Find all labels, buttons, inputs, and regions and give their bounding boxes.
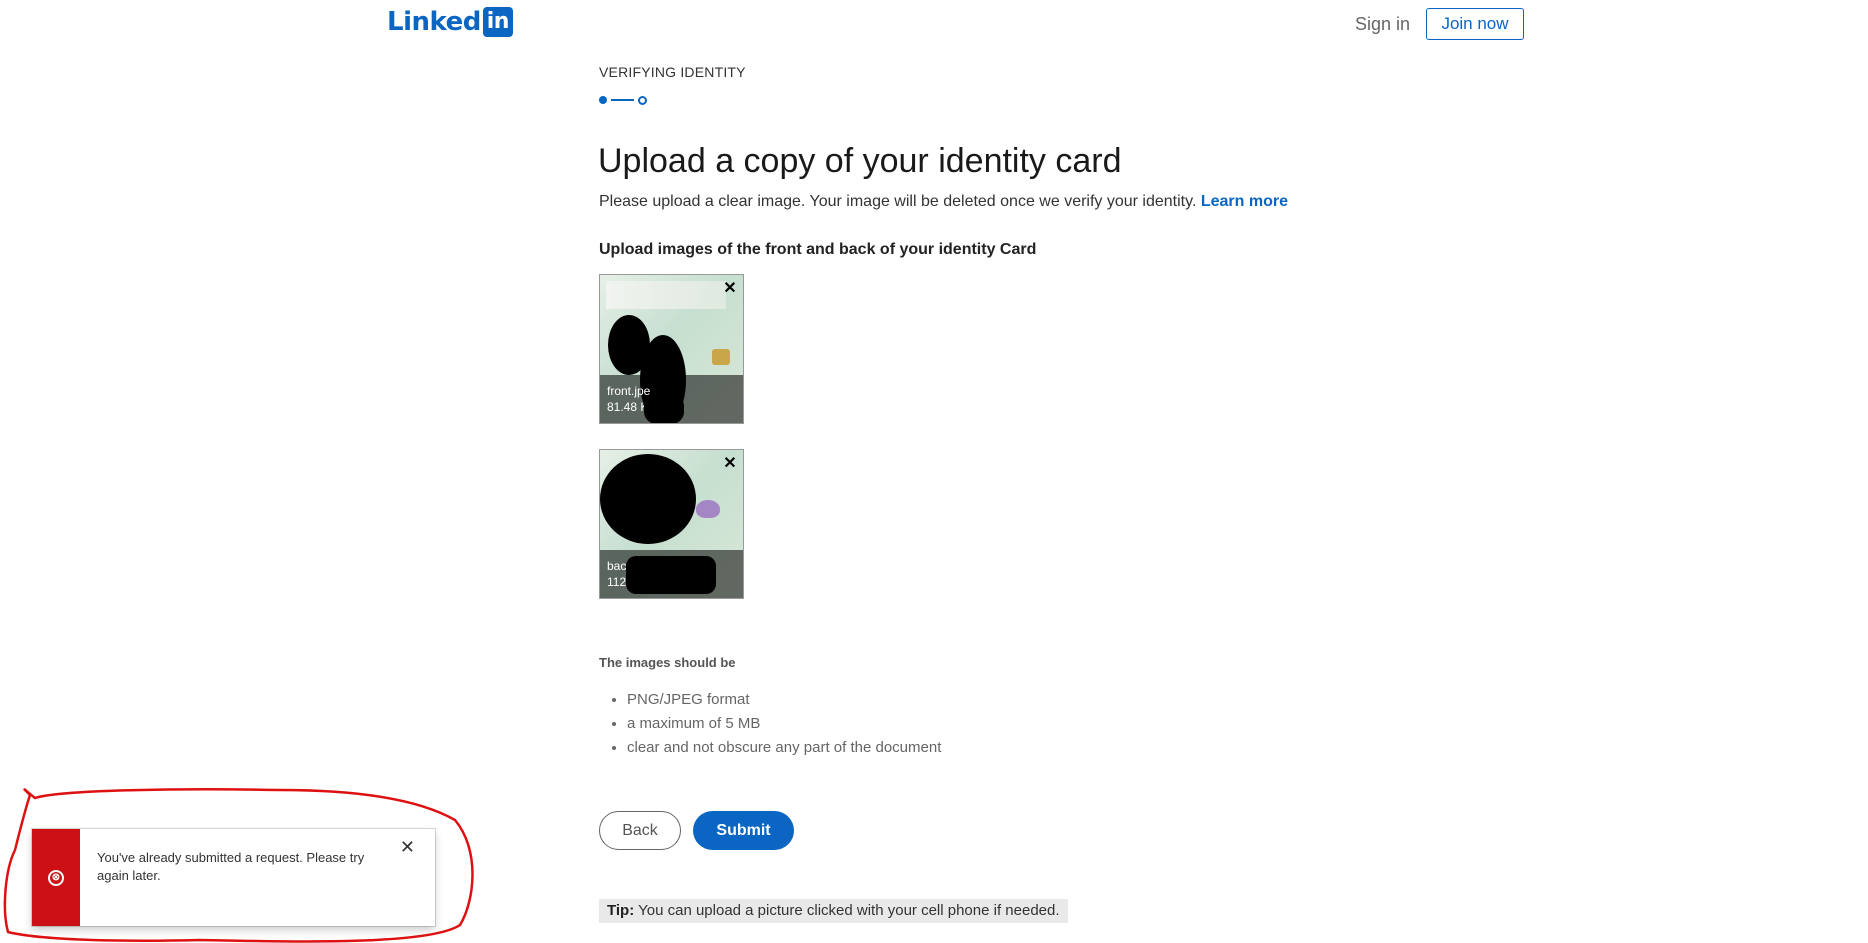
redaction-mark — [626, 556, 716, 594]
step-2-indicator — [638, 96, 647, 105]
remove-file-icon[interactable]: ✕ — [721, 279, 739, 297]
upload-thumbnail-back[interactable]: bac 112 ✕ — [599, 449, 744, 599]
tip-banner: Tip: You can upload a picture clicked wi… — [599, 899, 1068, 923]
join-now-button[interactable]: Join now — [1426, 8, 1524, 40]
logo-in-box: in — [482, 7, 513, 37]
submit-button[interactable]: Submit — [693, 811, 794, 850]
remove-file-icon[interactable]: ✕ — [721, 454, 739, 472]
requirements-title: The images should be — [599, 655, 736, 670]
upload-thumbnail-front[interactable]: front.jpe 81.48 K ✕ — [599, 274, 744, 424]
step-1-indicator — [599, 96, 607, 104]
linkedin-logo[interactable]: Linked in — [387, 6, 513, 38]
tip-label: Tip: — [607, 902, 635, 919]
requirement-item: clear and not obscure any part of the do… — [627, 738, 941, 758]
step-label: VERIFYING IDENTITY — [599, 64, 746, 80]
redaction-mark — [600, 454, 696, 544]
step-connector — [611, 99, 634, 101]
error-icon: ⊗ — [48, 869, 64, 886]
progress-stepper — [599, 95, 649, 105]
page-title: Upload a copy of your identity card — [598, 142, 1122, 180]
logo-wordmark: Linked — [387, 7, 481, 37]
requirements-list: PNG/JPEG format a maximum of 5 MB clear … — [599, 690, 941, 762]
tip-text: You can upload a picture clicked with yo… — [638, 902, 1060, 919]
upload-label: Upload images of the front and back of y… — [599, 241, 1037, 258]
toast-error-bar: ⊗ — [32, 829, 80, 926]
error-toast: ⊗ You've already submitted a request. Pl… — [32, 829, 435, 926]
card-header-strip — [606, 281, 726, 309]
card-chip — [712, 349, 730, 365]
sign-in-link[interactable]: Sign in — [1355, 14, 1410, 35]
toast-message: You've already submitted a request. Plea… — [97, 850, 365, 883]
back-button[interactable]: Back — [599, 811, 681, 850]
requirement-item: a maximum of 5 MB — [627, 714, 941, 734]
redaction-mark — [644, 393, 684, 423]
description-text: Please upload a clear image. Your image … — [599, 193, 1197, 210]
page-description: Please upload a clear image. Your image … — [599, 193, 1288, 211]
learn-more-link[interactable]: Learn more — [1201, 193, 1288, 210]
close-icon[interactable]: ✕ — [400, 837, 415, 858]
card-emblem — [696, 500, 720, 518]
requirement-item: PNG/JPEG format — [627, 690, 941, 710]
